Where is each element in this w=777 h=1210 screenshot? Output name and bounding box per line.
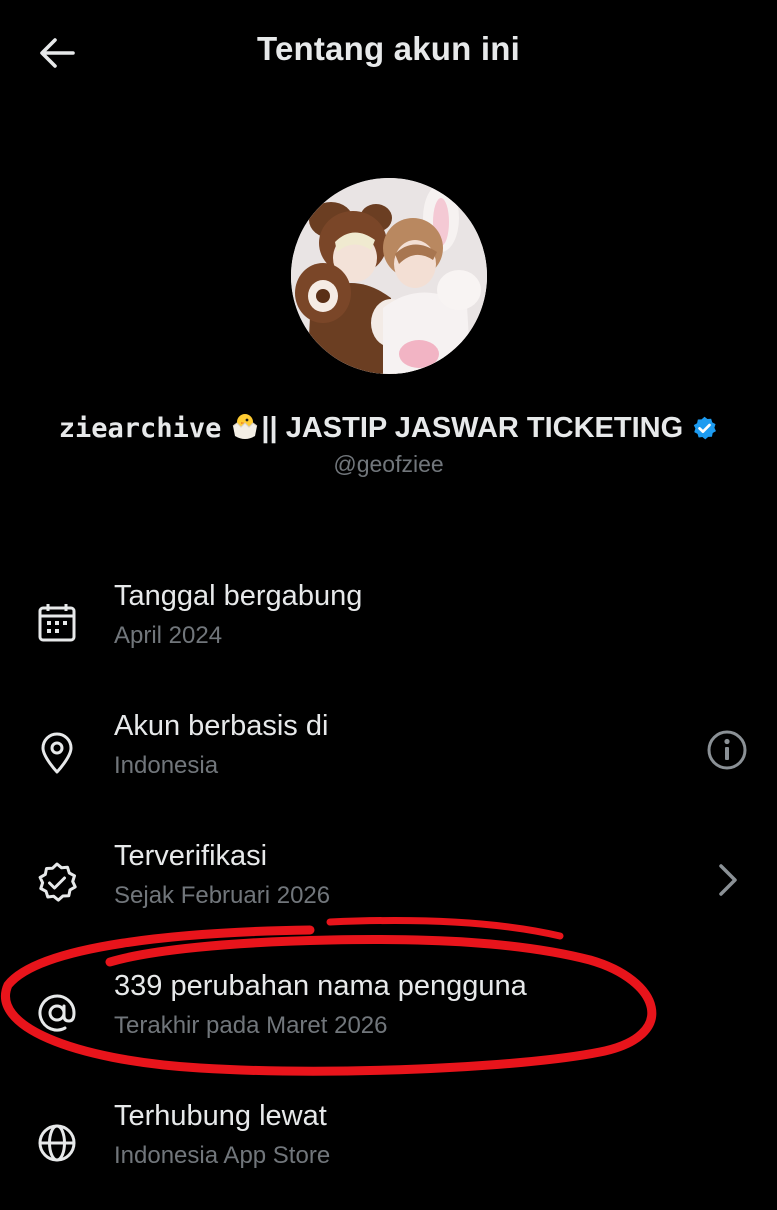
verified-details-button[interactable] — [703, 856, 751, 904]
detail-value: Terakhir pada Maret 2026 — [114, 1012, 388, 1039]
display-name: ziearchive || JASTIP JASWAR TICKETING — [0, 410, 777, 450]
location-pin-icon — [41, 732, 73, 774]
verified-badge-icon[interactable] — [691, 415, 718, 450]
hatching-chick-emoji — [229, 410, 261, 450]
detail-row-verified[interactable]: Terverifikasi Sejak Februari 2026 — [0, 840, 777, 950]
detail-value: April 2024 — [114, 622, 223, 649]
display-name-handle-part: ziearchive — [58, 413, 222, 444]
detail-label: 339 perubahan nama pengguna — [114, 970, 527, 1002]
at-sign-icon — [38, 994, 76, 1032]
detail-value: Sejak Februari 2026 — [114, 882, 331, 909]
detail-label: Terverifikasi — [114, 840, 268, 872]
detail-label: Tanggal bergabung — [114, 580, 363, 612]
page-title: Tentang akun ini — [257, 30, 520, 67]
globe-icon — [38, 1124, 76, 1162]
detail-label: Akun berbasis di — [114, 710, 329, 742]
detail-row-connected-via: Terhubung lewat Indonesia App Store — [0, 1100, 777, 1210]
verified-check-icon — [38, 862, 77, 902]
detail-value: Indonesia App Store — [114, 1142, 331, 1169]
detail-label: Terhubung lewat — [114, 1100, 327, 1132]
avatar[interactable] — [291, 178, 487, 374]
chevron-right-icon — [719, 864, 737, 896]
avatar-photo — [291, 178, 487, 374]
display-name-rest: || JASTIP JASWAR TICKETING — [261, 412, 684, 444]
detail-row-based-in: Akun berbasis di Indonesia — [0, 710, 777, 820]
info-button[interactable] — [703, 726, 751, 774]
username-handle: @geofziee — [333, 451, 444, 477]
detail-row-username-changes: 339 perubahan nama pengguna Terakhir pad… — [0, 970, 777, 1080]
detail-value: Indonesia — [114, 752, 219, 779]
detail-row-joined: Tanggal bergabung April 2024 — [0, 580, 777, 690]
header: Tentang akun ini — [0, 0, 777, 100]
info-icon — [707, 730, 747, 770]
calendar-icon — [38, 604, 76, 642]
